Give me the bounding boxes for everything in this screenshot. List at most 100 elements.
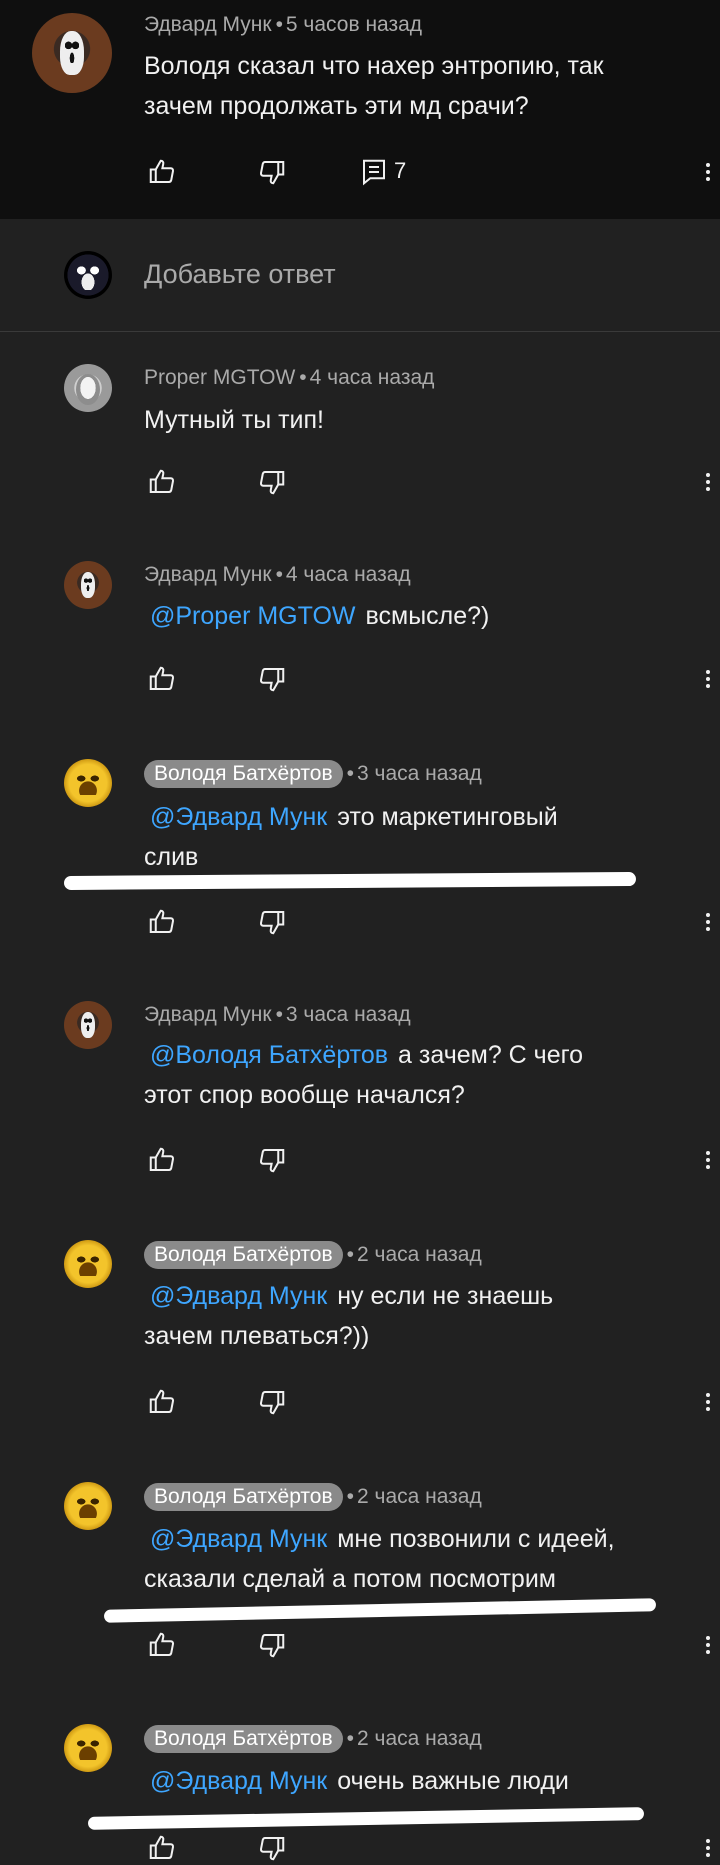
comment-meta: Володя Батхёртов • 3 часа назад <box>144 760 482 788</box>
like-button[interactable] <box>144 464 180 500</box>
more-button[interactable] <box>696 1830 720 1865</box>
thumbs-up-icon <box>149 1389 175 1413</box>
thumbs-down-icon <box>259 471 285 495</box>
scribble-mark <box>63 872 637 890</box>
thumbs-down-icon <box>259 161 285 185</box>
reply-count[interactable]: 7 <box>394 158 406 184</box>
more-vert-icon <box>706 1393 710 1411</box>
comment-actions <box>144 904 710 940</box>
thumbs-down-icon <box>259 911 285 935</box>
more-button[interactable] <box>696 661 720 697</box>
author-name[interactable]: Эдвард Мунк <box>144 563 272 586</box>
like-button[interactable] <box>144 1142 180 1178</box>
author-name[interactable]: Proper MGTOW <box>144 366 295 389</box>
parent-comment: Эдвард Мунк • 5 часов назад Володя сказал … <box>0 0 720 219</box>
like-button[interactable] <box>144 154 180 190</box>
comment-text: @Эдвард Мунк мне позвонили с идеей, сказа… <box>144 1525 615 1593</box>
avatar[interactable] <box>64 1001 112 1049</box>
mention-link[interactable]: @Эдвард Мунк <box>150 1525 327 1553</box>
like-button[interactable] <box>144 1830 180 1865</box>
author-name[interactable]: Володя Батхёртов <box>144 1241 343 1269</box>
comment-time: 4 часа назад <box>285 563 411 586</box>
more-button[interactable] <box>696 1384 720 1420</box>
author-name[interactable]: Володя Батхёртов <box>144 1483 343 1511</box>
more-button[interactable] <box>696 904 720 940</box>
scribble-mark <box>103 1598 657 1623</box>
like-button[interactable] <box>144 1627 180 1663</box>
comment-time: 5 часов назад <box>285 13 423 36</box>
more-vert-icon <box>706 163 710 181</box>
replies-button[interactable] <box>356 154 392 190</box>
author-name[interactable]: Володя Батхёртов <box>144 1725 343 1753</box>
thumbs-up-icon <box>149 909 175 933</box>
add-reply-row[interactable]: Добавьте ответ <box>0 219 720 332</box>
comment-time: 4 часа назад <box>309 366 435 389</box>
more-button[interactable] <box>696 154 720 190</box>
more-button[interactable] <box>696 1627 720 1663</box>
more-vert-icon <box>706 1839 710 1857</box>
comment-text: Володя сказал что нахер энтропию, так за… <box>144 52 604 120</box>
thumbs-up-icon <box>149 666 175 690</box>
comment-meta: Эдвард Мунк • 5 часов назад <box>144 13 423 36</box>
more-vert-icon <box>706 913 710 931</box>
thumbs-down-icon <box>259 1391 285 1415</box>
comment-icon <box>363 159 385 186</box>
mention-link[interactable]: @Proper MGTOW <box>150 602 356 630</box>
comment-text: @Володя Батхёртов а зачем? С чего этот сп… <box>144 1041 584 1109</box>
comment-meta: Эдвард Мунк • 4 часа назад <box>144 563 411 586</box>
comment-actions <box>144 464 710 500</box>
author-name[interactable]: Володя Батхёртов <box>144 760 343 788</box>
comment-text: @Эдвард Мунк ну если не знаешь зачем плев… <box>144 1282 554 1350</box>
more-button[interactable] <box>696 464 720 500</box>
comment-meta: Володя Батхёртов • 2 часа назад <box>144 1725 482 1753</box>
author-name[interactable]: Эдвард Мунк <box>144 13 272 36</box>
dislike-button[interactable] <box>254 1627 290 1663</box>
comment-time: 2 часа назад <box>356 1243 482 1266</box>
comment-text: @Эдвард Мунк это маркетинговый слив <box>144 803 558 871</box>
thumbs-up-icon <box>149 159 175 183</box>
avatar[interactable] <box>64 561 112 609</box>
avatar <box>64 251 112 299</box>
avatar[interactable] <box>64 364 112 412</box>
avatar[interactable] <box>64 1724 112 1772</box>
comment-actions <box>144 1830 710 1865</box>
comment-meta: Proper MGTOW • 4 часа назад <box>144 366 435 389</box>
thumbs-up-icon <box>149 1835 175 1859</box>
comment-meta: Эдвард Мунк • 3 часа назад <box>144 1003 411 1026</box>
thumbs-down-icon <box>259 1149 285 1173</box>
mention-link[interactable]: @Володя Батхёртов <box>150 1041 388 1069</box>
dislike-button[interactable] <box>254 1830 290 1865</box>
add-reply-input[interactable]: Добавьте ответ <box>144 259 336 290</box>
avatar[interactable] <box>64 1240 112 1288</box>
avatar[interactable] <box>32 13 112 93</box>
thumbs-down-icon <box>259 1837 285 1861</box>
comment-text: @Эдвард Мунк очень важные люди <box>150 1767 569 1795</box>
more-vert-icon <box>706 473 710 491</box>
comment-actions <box>144 1627 710 1663</box>
mention-link[interactable]: @Эдвард Мунк <box>150 803 327 831</box>
comment-time: 3 часа назад <box>356 762 482 785</box>
thumbs-down-icon <box>259 1634 285 1658</box>
more-button[interactable] <box>696 1142 720 1178</box>
comment-actions <box>144 661 710 697</box>
thumbs-down-icon <box>259 668 285 692</box>
dislike-button[interactable] <box>254 904 290 940</box>
dislike-button[interactable] <box>254 1384 290 1420</box>
comment-time: 2 часа назад <box>356 1727 482 1750</box>
like-button[interactable] <box>144 661 180 697</box>
comment-text: Мутный ты тип! <box>144 406 325 434</box>
more-vert-icon <box>706 1636 710 1654</box>
dislike-button[interactable] <box>254 1142 290 1178</box>
author-name[interactable]: Эдвард Мунк <box>144 1003 272 1026</box>
mention-link[interactable]: @Эдвард Мунк <box>150 1767 327 1795</box>
dislike-button[interactable] <box>254 154 290 190</box>
thumbs-up-icon <box>149 1147 175 1171</box>
dislike-button[interactable] <box>254 661 290 697</box>
dislike-button[interactable] <box>254 464 290 500</box>
like-button[interactable] <box>144 904 180 940</box>
avatar[interactable] <box>64 759 112 807</box>
like-button[interactable] <box>144 1384 180 1420</box>
avatar[interactable] <box>64 1482 112 1530</box>
comment-time: 2 часа назад <box>356 1485 482 1508</box>
mention-link[interactable]: @Эдвард Мунк <box>150 1282 327 1310</box>
